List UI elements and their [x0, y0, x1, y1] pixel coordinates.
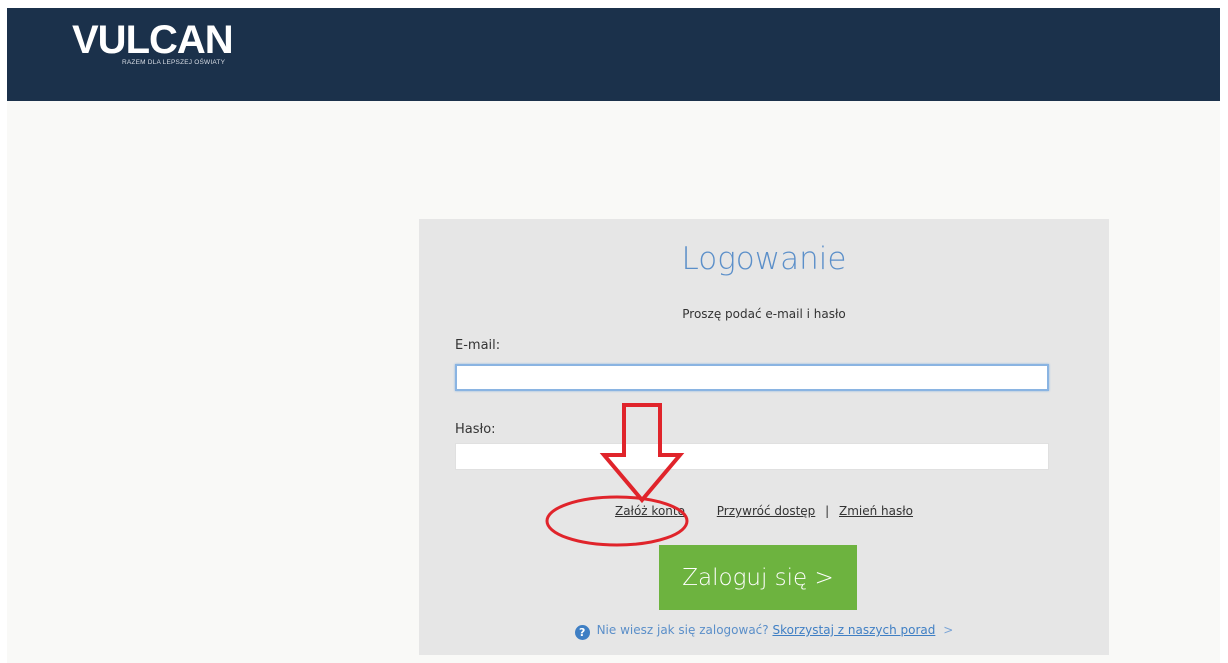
help-advice-link[interactable]: Skorzystaj z naszych porad [772, 623, 935, 637]
change-password-link[interactable]: Zmień hasło [839, 504, 913, 518]
logo-tagline: RAZEM DLA LEPSZEJ OŚWIATY [122, 59, 226, 66]
logo-wordmark: VULCAN [72, 18, 234, 62]
question-mark-icon: ? [574, 625, 590, 640]
email-label: E-mail: [455, 338, 501, 353]
create-account-link[interactable]: Załóż konto [615, 504, 685, 518]
account-links: Załóż konto Przywróć dostęp | Zmień hasł… [419, 504, 1109, 518]
help-row: ? Nie wiesz jak się zalogować? Skorzysta… [419, 623, 1109, 640]
login-title: Logowanie [681, 241, 847, 277]
vulcan-logo[interactable]: VULCAN RAZEM DLA LEPSZEJ OŚWIATY [72, 18, 234, 66]
restore-access-link[interactable]: Przywróć dostęp [717, 504, 816, 518]
help-text: Nie wiesz jak się zalogować? [596, 623, 769, 637]
login-panel: Logowanie Proszę podać e-mail i hasło E-… [419, 219, 1109, 655]
login-button[interactable]: Zaloguj się > [659, 545, 857, 610]
header-bar: VULCAN RAZEM DLA LEPSZEJ OŚWIATY [7, 8, 1220, 101]
password-input[interactable] [455, 443, 1049, 470]
login-subtitle: Proszę podać e-mail i hasło [682, 307, 846, 321]
email-input[interactable] [455, 364, 1049, 391]
chevron-right-icon: > [943, 623, 954, 637]
link-separator: | [825, 504, 830, 518]
password-label: Hasło: [455, 422, 496, 437]
